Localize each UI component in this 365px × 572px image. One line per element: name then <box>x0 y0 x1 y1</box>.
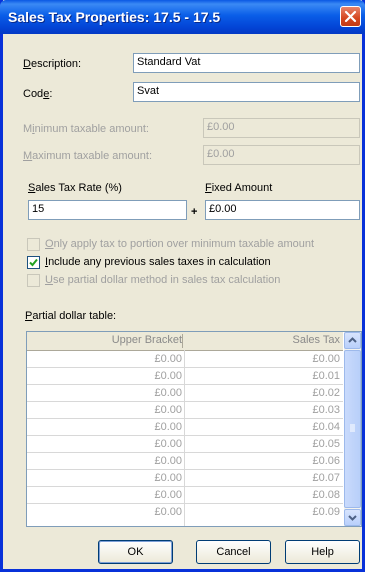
only-apply-tax-checkbox <box>27 238 40 251</box>
minimum-taxable-input: £0.00 <box>203 118 360 138</box>
close-button[interactable] <box>340 6 361 27</box>
maximum-taxable-input: £0.00 <box>203 145 360 165</box>
table-row[interactable]: £0.00 £0.05 <box>27 436 343 453</box>
sales-tax-cell: £0.04 <box>312 421 340 433</box>
description-input[interactable]: Standard Vat <box>133 53 360 73</box>
upper-bracket-cell: £0.00 <box>154 438 182 450</box>
table-row[interactable]: £0.00 £0.00 <box>27 351 343 368</box>
fixed-amount-label: Fixed Amount <box>205 182 273 194</box>
column-header-upper-bracket[interactable]: Upper Bracket <box>27 334 183 348</box>
cancel-button[interactable]: Cancel <box>196 540 271 564</box>
title-bar[interactable]: Sales Tax Properties: 17.5 - 17.5 <box>0 0 365 34</box>
sales-tax-cell: £0.05 <box>312 438 340 450</box>
only-apply-tax-label: Only apply tax to portion over minimum t… <box>45 238 315 250</box>
table-row[interactable]: £0.00 £0.07 <box>27 470 343 487</box>
upper-bracket-cell: £0.00 <box>154 421 182 433</box>
scroll-down-button[interactable] <box>344 509 361 526</box>
sales-tax-rate-label: Sales Tax Rate (%) <box>28 182 122 194</box>
upper-bracket-cell: £0.00 <box>154 370 182 382</box>
scroll-down-arrow-icon <box>348 515 357 521</box>
sales-tax-cell: £0.07 <box>312 472 340 484</box>
table-row[interactable]: £0.00 £0.03 <box>27 402 343 419</box>
table-row[interactable]: £0.00 £0.08 <box>27 487 343 504</box>
sales-tax-cell: £0.09 <box>312 506 340 518</box>
sales-tax-cell: £0.02 <box>312 387 340 399</box>
description-label: Description: <box>23 58 82 70</box>
sales-tax-cell: £0.08 <box>312 489 340 501</box>
checkmark-icon <box>29 258 38 267</box>
sales-tax-cell: £0.06 <box>312 455 340 467</box>
upper-bracket-cell: £0.00 <box>154 353 182 365</box>
table-header: Upper Bracket Sales Tax <box>27 332 343 351</box>
partial-dollar-table-label: Partial dollar table: <box>25 310 117 322</box>
upper-bracket-cell: £0.00 <box>154 455 182 467</box>
partial-dollar-table[interactable]: Upper Bracket Sales Tax £0.00 £0.00 £0.00… <box>26 331 362 527</box>
scroll-thumb[interactable] <box>344 350 361 508</box>
column-header-sales-tax[interactable]: Sales Tax <box>185 334 341 346</box>
upper-bracket-cell: £0.00 <box>154 404 182 416</box>
close-icon <box>344 10 357 23</box>
partial-dollar-method-label: Use partial dollar method in sales tax c… <box>45 274 281 286</box>
sales-tax-rate-input[interactable]: 15 <box>28 200 187 220</box>
code-input[interactable]: Svat <box>133 82 360 102</box>
sales-tax-cell: £0.03 <box>312 404 340 416</box>
grip-icon <box>350 424 355 432</box>
scroll-up-button[interactable] <box>344 332 361 349</box>
table-row[interactable]: £0.00 £0.01 <box>27 368 343 385</box>
table-row[interactable]: £0.00 £0.04 <box>27 419 343 436</box>
sales-tax-cell: £0.00 <box>312 353 340 365</box>
fixed-amount-input[interactable]: £0.00 <box>205 200 360 220</box>
table-row[interactable]: £0.00 £0.02 <box>27 385 343 402</box>
maximum-taxable-label: Maximum taxable amount: <box>23 150 153 162</box>
upper-bracket-cell: £0.00 <box>154 387 182 399</box>
table-row[interactable]: £0.00 £0.09 <box>27 504 343 520</box>
sales-tax-properties-dialog: Sales Tax Properties: 17.5 - 17.5 Descri… <box>0 0 365 572</box>
ok-button[interactable]: OK <box>98 540 173 564</box>
partial-dollar-method-checkbox <box>27 274 40 287</box>
upper-bracket-cell: £0.00 <box>154 489 182 501</box>
include-previous-taxes-checkbox[interactable] <box>27 256 40 269</box>
upper-bracket-cell: £0.00 <box>154 506 182 518</box>
table-row[interactable]: £0.00 £0.06 <box>27 453 343 470</box>
minimum-taxable-label: Minimum taxable amount: <box>23 123 149 135</box>
window-title: Sales Tax Properties: 17.5 - 17.5 <box>8 9 221 25</box>
code-label: Code: <box>23 88 53 100</box>
plus-sign: + <box>191 206 198 218</box>
scroll-up-arrow-icon <box>348 337 357 343</box>
help-button[interactable]: Help <box>285 540 360 564</box>
upper-bracket-cell: £0.00 <box>154 472 182 484</box>
sales-tax-cell: £0.01 <box>312 370 340 382</box>
include-previous-taxes-label[interactable]: Include any previous sales taxes in calc… <box>45 256 271 268</box>
vertical-scrollbar[interactable] <box>344 332 361 526</box>
